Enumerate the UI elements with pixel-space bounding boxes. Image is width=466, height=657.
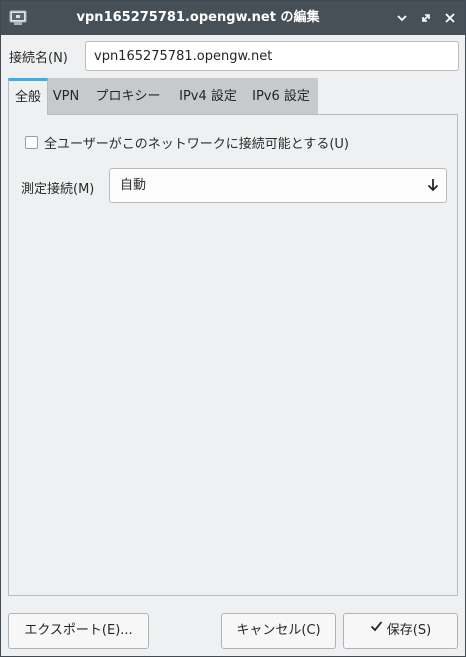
maximize-icon[interactable] [417, 9, 435, 27]
connection-name-input[interactable] [85, 41, 459, 71]
general-tab-panel: 全ユーザーがこのネットワークに接続可能とする(U) 測定接続(M) 自動 [8, 114, 458, 596]
all-users-checkbox[interactable] [25, 136, 38, 149]
save-button-label: 保存(S) [386, 623, 432, 638]
all-users-checkbox-label: 全ユーザーがこのネットワークに接続可能とする(U) [44, 137, 350, 152]
network-wired-icon [9, 10, 27, 26]
tab-proxy[interactable]: プロキシー [84, 78, 172, 114]
tab-general[interactable]: 全般 [8, 78, 48, 115]
connection-name-row: 接続名(N) [1, 35, 465, 77]
close-icon[interactable] [441, 9, 459, 27]
all-users-checkbox-row[interactable]: 全ユーザーがこのネットワークに接続可能とする(U) [25, 133, 349, 152]
checkmark-icon [370, 612, 383, 646]
window-title: vpn165275781.opengw.net の編集 [76, 10, 320, 25]
connection-name-label: 接続名(N) [9, 51, 68, 66]
edit-connection-window: vpn165275781.opengw.net の編集 接続名(N) 全般 VP… [0, 0, 466, 657]
metered-connection-value: 自動 [120, 178, 147, 193]
tab-bar: 全般 VPN プロキシー IPv4 設定 IPv6 設定 [8, 78, 318, 115]
save-button[interactable]: 保存(S) [343, 613, 458, 649]
cancel-button[interactable]: キャンセル(C) [221, 613, 336, 649]
tab-ipv6-settings[interactable]: IPv6 設定 [244, 78, 318, 114]
metered-connection-select[interactable]: 自動 [109, 168, 447, 203]
minimize-icon[interactable] [393, 9, 411, 27]
title-bar[interactable]: vpn165275781.opengw.net の編集 [1, 1, 465, 35]
tab-ipv4-settings[interactable]: IPv4 設定 [172, 78, 244, 114]
tab-vpn[interactable]: VPN [48, 78, 84, 114]
export-button[interactable]: エクスポート(E)... [8, 613, 149, 649]
arrow-down-icon [426, 178, 440, 192]
metered-connection-label: 測定接続(M) [21, 182, 95, 197]
